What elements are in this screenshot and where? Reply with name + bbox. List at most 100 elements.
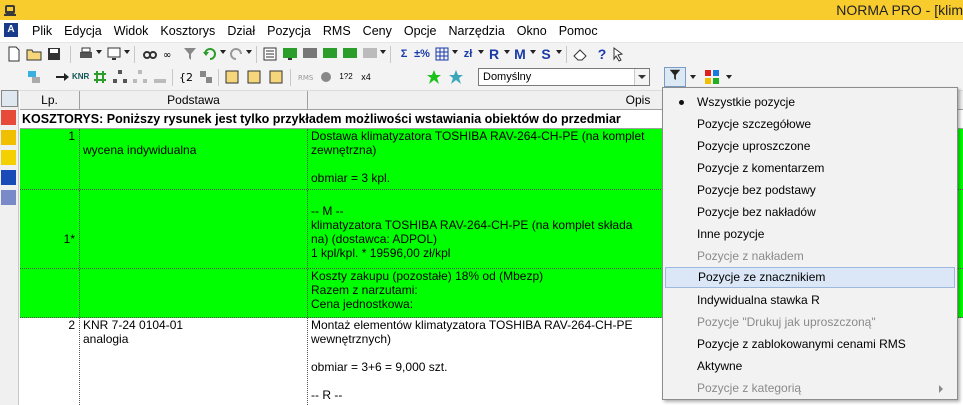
tools-icon[interactable] bbox=[1, 130, 16, 145]
menu-item-other[interactable]: Inne pozycje bbox=[665, 224, 955, 245]
teal-star-icon[interactable] bbox=[448, 69, 464, 85]
menu-item-with-input[interactable]: Pozycje z nakładem bbox=[665, 246, 955, 267]
sum-icon[interactable]: Σ bbox=[396, 46, 412, 62]
print-icon[interactable] bbox=[78, 46, 94, 62]
side-panel bbox=[0, 90, 19, 405]
monitor-r-icon[interactable] bbox=[282, 46, 298, 62]
settings-icon[interactable] bbox=[1, 190, 16, 205]
monitor-icon[interactable] bbox=[302, 46, 318, 62]
print-preview-icon[interactable] bbox=[106, 46, 122, 62]
multiply-icon[interactable]: x4 bbox=[358, 69, 374, 85]
r-marker-icon[interactable] bbox=[224, 69, 240, 85]
menu-item-active[interactable]: Aktywne bbox=[665, 356, 955, 377]
menu-item-individual-rate[interactable]: Indywidualna stawka R bbox=[665, 290, 955, 311]
chevron-down-icon[interactable] bbox=[634, 69, 649, 85]
m-icon[interactable]: M bbox=[512, 46, 528, 62]
svg-text:RMS: RMS bbox=[298, 74, 314, 82]
link-icon[interactable]: ∞ bbox=[162, 46, 178, 62]
knr-icon[interactable]: KNR bbox=[72, 69, 89, 85]
redo-icon[interactable] bbox=[228, 46, 244, 62]
menu-item-no-basis[interactable]: Pozycje bez podstawy bbox=[665, 180, 955, 201]
menu-plik[interactable]: Plik bbox=[26, 23, 58, 39]
split-icon[interactable] bbox=[152, 69, 168, 85]
calculator-icon[interactable] bbox=[1, 90, 18, 107]
title-bar: NORMA PRO - [klim bbox=[0, 0, 963, 20]
s-marker-icon[interactable] bbox=[268, 69, 284, 85]
filter-icon[interactable] bbox=[182, 46, 198, 62]
header-podstawa[interactable]: Podstawa bbox=[80, 91, 308, 109]
m-marker-icon[interactable] bbox=[246, 69, 262, 85]
percent-icon[interactable]: ±% bbox=[414, 46, 430, 62]
rms-disabled-icon[interactable]: RMS bbox=[298, 69, 314, 85]
monitor-m-icon[interactable] bbox=[322, 46, 338, 62]
context-help-icon[interactable] bbox=[612, 46, 628, 62]
open-folder-icon[interactable] bbox=[26, 46, 42, 62]
menu-okno[interactable]: Okno bbox=[511, 23, 553, 39]
cell-podstawa: KNR 7-24 0104-01 analogia bbox=[80, 318, 308, 405]
tree-icon[interactable] bbox=[112, 69, 128, 85]
grid-hash-icon[interactable] bbox=[92, 69, 108, 85]
menu-dzial[interactable]: Dział bbox=[221, 23, 261, 39]
view-preset-value: Domyślny bbox=[483, 71, 532, 83]
s-icon[interactable]: S bbox=[538, 46, 554, 62]
color-grid-icon[interactable] bbox=[704, 69, 720, 85]
checked-bullet-icon bbox=[679, 100, 684, 105]
menu-ceny[interactable]: Ceny bbox=[357, 23, 398, 39]
level-icon[interactable] bbox=[26, 69, 42, 85]
filter-button[interactable] bbox=[664, 67, 686, 87]
app-logo-icon bbox=[4, 5, 16, 16]
arrow-right-icon[interactable] bbox=[54, 69, 70, 85]
menu-pomoc[interactable]: Pomoc bbox=[553, 23, 604, 39]
new-document-icon[interactable] bbox=[6, 46, 22, 62]
menu-item-print-simplified[interactable]: Pozycje "Drukuj jak uproszczoną" bbox=[665, 312, 955, 333]
find-icon[interactable] bbox=[142, 46, 158, 62]
funnel-icon bbox=[669, 69, 681, 81]
menu-item-category[interactable]: Pozycje z kategorią bbox=[665, 378, 955, 399]
rms-panel-icon[interactable] bbox=[1, 170, 16, 185]
help-icon[interactable]: ? bbox=[594, 46, 610, 62]
cell-lp: 1* bbox=[20, 190, 80, 268]
save-icon[interactable] bbox=[46, 46, 62, 62]
numbering-icon[interactable]: 1?2 bbox=[338, 69, 354, 85]
green-star-icon[interactable] bbox=[426, 69, 442, 85]
rms-calc-icon[interactable] bbox=[262, 46, 278, 62]
menu-item-simplified[interactable]: Pozycje uproszczone bbox=[665, 136, 955, 157]
menu-widok[interactable]: Widok bbox=[108, 23, 155, 39]
menu-rms[interactable]: RMS bbox=[317, 23, 357, 39]
cell-podstawa bbox=[80, 190, 308, 268]
view-preset-select[interactable]: Domyślny bbox=[478, 68, 650, 86]
svg-text:{2: {2 bbox=[179, 71, 193, 84]
header-lp[interactable]: Lp. bbox=[20, 91, 80, 109]
menu-narzedzia[interactable]: Narzędzia bbox=[443, 23, 511, 39]
menu-item-with-marker[interactable]: Pozycje ze znacznikiem bbox=[665, 267, 955, 288]
chart-icon[interactable] bbox=[1, 110, 16, 125]
menu-item-locked-rms[interactable]: Pozycje z zablokowanymi cenami RMS bbox=[665, 334, 955, 355]
eraser-icon[interactable] bbox=[572, 46, 588, 62]
folder-icon[interactable] bbox=[1, 150, 16, 165]
monitor-disabled-icon[interactable] bbox=[362, 46, 378, 62]
menu-bar: A Plik Edycja Widok Kosztorys Dział Pozy… bbox=[0, 20, 963, 43]
menu-edycja[interactable]: Edycja bbox=[58, 23, 108, 39]
chevron-right-icon bbox=[939, 385, 943, 393]
cell-podstawa: wycena indywidualna bbox=[80, 129, 308, 189]
menu-item-all[interactable]: Wszystkie pozycje bbox=[665, 92, 955, 113]
table-icon[interactable] bbox=[434, 46, 450, 62]
tool-icon[interactable] bbox=[318, 69, 334, 85]
menu-kosztorys[interactable]: Kosztorys bbox=[154, 23, 221, 39]
document-menu-icon[interactable]: A bbox=[4, 23, 18, 37]
menu-pozycja[interactable]: Pozycja bbox=[261, 23, 317, 39]
menu-item-detailed[interactable]: Pozycje szczegółowe bbox=[665, 114, 955, 135]
structure-icon[interactable] bbox=[198, 69, 214, 85]
undo-icon[interactable] bbox=[202, 46, 218, 62]
monitor-s-icon[interactable] bbox=[342, 46, 358, 62]
tree-disabled-icon[interactable] bbox=[132, 69, 148, 85]
brace-icon[interactable]: {2 bbox=[178, 69, 194, 85]
menu-opcje[interactable]: Opcje bbox=[398, 23, 443, 39]
menu-item-with-comment[interactable]: Pozycje z komentarzem bbox=[665, 158, 955, 179]
menu-item-no-inputs[interactable]: Pozycje bez nakładów bbox=[665, 202, 955, 223]
cell-podstawa bbox=[80, 269, 308, 317]
svg-text:∞: ∞ bbox=[163, 50, 171, 61]
currency-icon[interactable]: zł bbox=[460, 46, 476, 62]
filter-menu: Wszystkie pozycje Pozycje szczegółowe Po… bbox=[662, 87, 958, 400]
r-icon[interactable]: R bbox=[486, 46, 502, 62]
